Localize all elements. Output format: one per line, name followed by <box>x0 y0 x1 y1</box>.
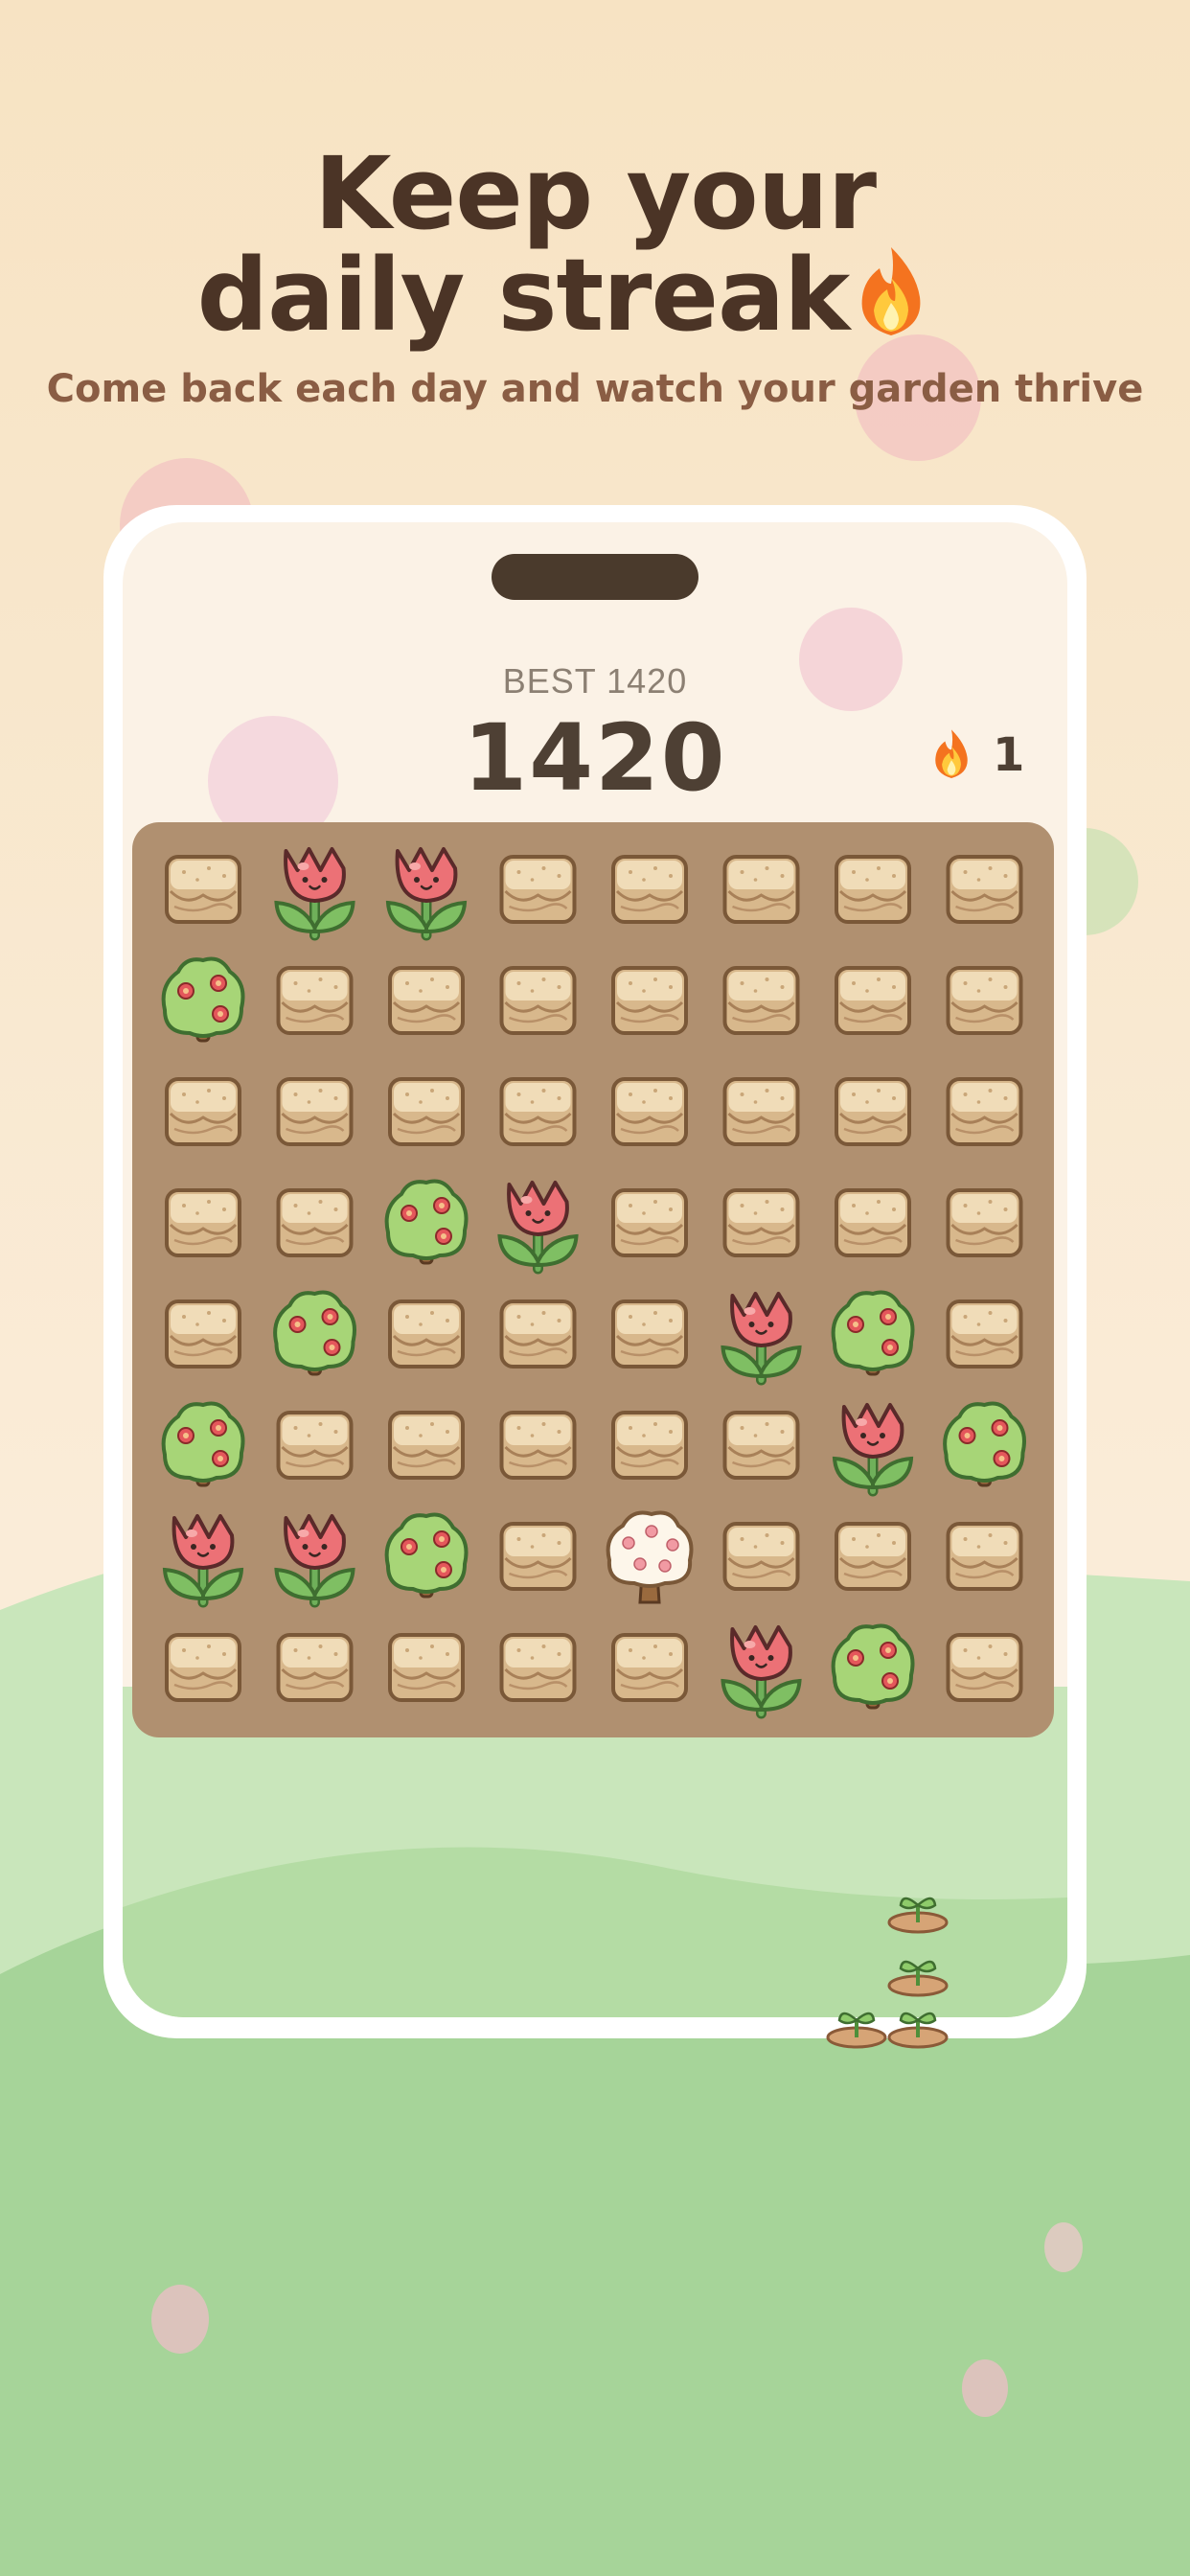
tile-dirt[interactable] <box>388 1300 465 1368</box>
tile-dirt[interactable] <box>388 1633 465 1702</box>
tile-dirt[interactable] <box>499 855 577 924</box>
headline-line-2-text: daily streak <box>196 237 851 354</box>
tile-dirt[interactable] <box>722 1411 800 1480</box>
tile-dirt[interactable] <box>611 1077 688 1146</box>
tile-dirt[interactable] <box>611 1300 688 1368</box>
tile-dirt[interactable] <box>499 1077 577 1146</box>
tile-dirt[interactable] <box>611 1188 688 1257</box>
tile-dirt[interactable] <box>499 1522 577 1591</box>
tile-dirt[interactable] <box>835 1522 911 1591</box>
tile-dirt[interactable] <box>946 966 1023 1035</box>
tile-dirt[interactable] <box>946 1188 1023 1257</box>
tile-dirt[interactable] <box>722 1188 800 1257</box>
tile-dirt[interactable] <box>388 1077 465 1146</box>
tile-dirt[interactable] <box>165 1188 241 1257</box>
tile-dirt[interactable] <box>611 1633 688 1702</box>
tile-dirt[interactable] <box>165 1300 241 1368</box>
tile-dirt[interactable] <box>946 1300 1023 1368</box>
tile-dirt[interactable] <box>946 1522 1023 1591</box>
best-score-label: BEST 1420 <box>502 661 688 701</box>
tile-dirt[interactable] <box>276 966 354 1035</box>
tile-dirt[interactable] <box>165 1077 241 1146</box>
headline-line-1: Keep your <box>313 135 877 252</box>
tile-dirt[interactable] <box>499 966 577 1035</box>
tile-dirt[interactable] <box>835 966 911 1035</box>
tile-dirt[interactable] <box>611 966 688 1035</box>
tile-dirt[interactable] <box>946 1633 1023 1702</box>
tile-dirt[interactable] <box>388 1411 465 1480</box>
tile-dirt[interactable] <box>611 1411 688 1480</box>
tile-dirt[interactable] <box>276 1411 354 1480</box>
tile-dirt[interactable] <box>499 1633 577 1702</box>
subtitle: Come back each day and watch your garden… <box>46 367 1144 411</box>
tile-dirt[interactable] <box>835 1077 911 1146</box>
tile-dirt[interactable] <box>276 1633 354 1702</box>
headline-line-2: daily streak <box>0 238 1190 353</box>
tile-dirt[interactable] <box>946 1077 1023 1146</box>
tile-dirt[interactable] <box>276 1077 354 1146</box>
tile-dirt[interactable] <box>165 1633 241 1702</box>
tile-dirt[interactable] <box>835 1188 911 1257</box>
tile-dirt[interactable] <box>276 1188 354 1257</box>
tile-dirt[interactable] <box>499 1411 577 1480</box>
tile-dirt[interactable] <box>722 855 800 924</box>
tile-dirt[interactable] <box>722 1522 800 1591</box>
tile-dirt[interactable] <box>165 855 241 924</box>
tile-dirt[interactable] <box>611 855 688 924</box>
dynamic-island <box>492 554 698 600</box>
tile-dirt[interactable] <box>499 1300 577 1368</box>
tile-dirt[interactable] <box>946 855 1023 924</box>
tile-dirt[interactable] <box>835 855 911 924</box>
streak-count: 1 <box>993 728 1025 782</box>
tile-dirt[interactable] <box>388 966 465 1035</box>
tile-dirt[interactable] <box>722 1077 800 1146</box>
tile-dirt[interactable] <box>722 966 800 1035</box>
game-board <box>132 822 1054 1737</box>
